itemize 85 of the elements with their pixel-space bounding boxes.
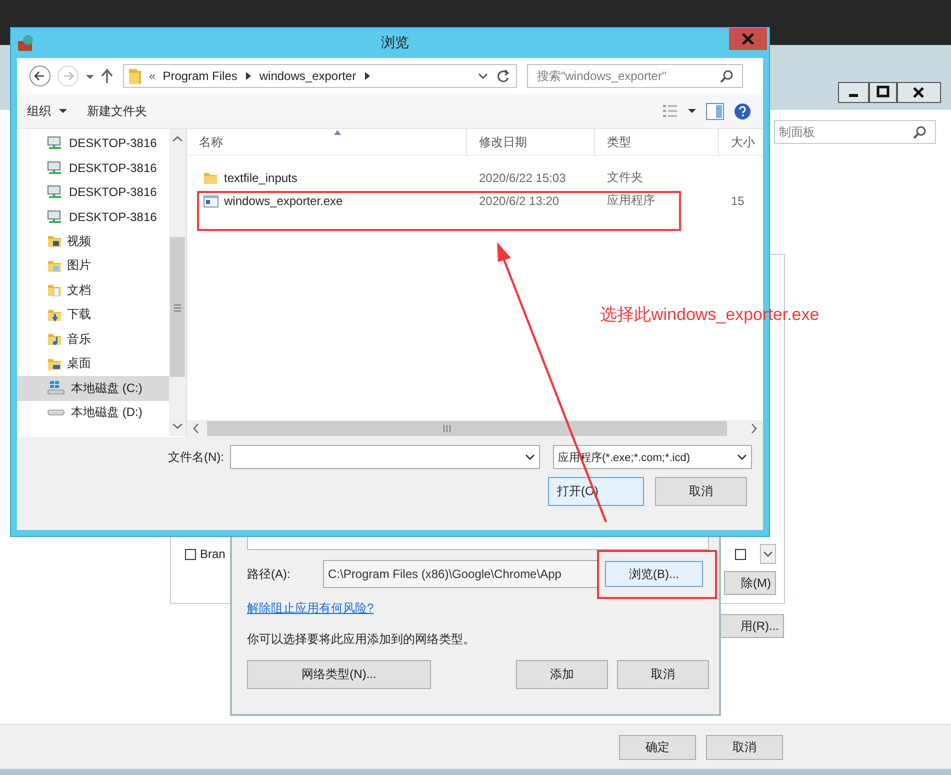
search-icon [913,125,927,139]
network-computer-icon [47,210,63,224]
file-size: 15 [730,194,746,208]
navigation-item[interactable]: 音乐 [17,327,169,352]
help-icon[interactable] [734,102,751,120]
breadcrumb-item[interactable]: windows_exporter [259,69,356,83]
file-type: 文件夹 [606,169,644,186]
file-type: 应用程序 [606,192,656,209]
up-arrow-icon[interactable] [101,68,113,84]
path-label: 路径(A): [247,566,292,582]
file-row[interactable]: textfile_inputs 2020/6/22 15:03 文件夹 [187,166,763,189]
new-folder-button[interactable]: 新建文件夹 [87,102,147,120]
close-button[interactable] [897,82,941,103]
dropdown-icon [525,453,535,461]
app-name: Bran [200,547,226,561]
search-field[interactable]: 搜索"windows_exporter" [527,64,743,88]
modified-date: 2020/6/22 15:03 [478,170,567,184]
modified-date: 2020/6/2 13:20 [478,194,560,208]
checkbox[interactable] [735,548,746,560]
remove-button[interactable]: 除(M) [724,571,776,595]
network-computer-icon [47,185,63,200]
network-computer-icon [47,160,63,175]
horizontal-scrollbar[interactable] [187,420,763,437]
sort-arrow-icon [334,130,341,135]
caret-icon [59,108,67,114]
maximize-button[interactable] [869,82,897,103]
music-folder-icon [47,331,61,348]
breadcrumb-item[interactable]: Program Files [162,69,238,83]
navigation-item[interactable]: 视频 [17,229,169,254]
dropdown-icon [737,453,747,461]
view-list-icon[interactable] [662,104,678,118]
file-name-label: 文件名(N): [167,448,224,466]
window-title: 浏览 [380,34,410,52]
navigation-item[interactable]: 下载 [17,302,169,327]
application-icon [203,194,219,208]
column-header[interactable]: 大小 [719,129,759,155]
checkbox[interactable] [185,548,196,560]
column-header[interactable]: 修改日期 [467,129,595,155]
browse-button[interactable]: 浏览(B)... [605,561,703,587]
navigation-item[interactable]: 文档 [17,278,169,302]
drive-icon [47,381,65,396]
navigation-item[interactable]: 图片 [17,254,169,278]
help-link[interactable]: 解除阻止应用有何风险? [247,600,374,617]
back-button[interactable] [29,65,51,87]
documents-folder-icon [47,282,61,298]
navigation-item[interactable]: DESKTOP-3816 [17,131,169,156]
preview-pane-icon[interactable] [706,102,724,120]
column-header[interactable]: 类型 [595,129,719,155]
video-folder-icon [47,233,61,250]
app-icon [17,34,35,52]
navigation-item[interactable]: 本地磁盘 (D:) [17,400,169,425]
add-button[interactable]: 添加 [516,660,608,689]
navigation-item[interactable]: DESKTOP-3816 [17,156,169,180]
organize-menu[interactable]: 组织 [27,102,67,120]
cancel-button[interactable]: 取消 [617,660,709,689]
scroll-down-button[interactable] [760,544,776,564]
drive-icon [47,409,65,416]
file-name: windows_exporter.exe [224,194,343,208]
caret-icon[interactable] [688,108,696,114]
address-bar[interactable]: « Program Files windows_exporter [123,64,517,88]
path-field[interactable]: C:\Program Files (x86)\Google\Chrome\App [323,560,599,588]
folder-icon [128,67,142,85]
minimize-button[interactable] [838,82,869,103]
navigation-item[interactable]: 本地磁盘 (C:) [17,376,169,400]
file-name-field[interactable] [230,445,540,469]
search-field[interactable]: 制面板 [774,120,936,144]
overflow-chevron[interactable]: « [149,69,156,83]
dropdown-icon[interactable] [477,71,489,81]
cancel-button[interactable]: 取消 [655,477,747,506]
vertical-scrollbar[interactable] [169,129,186,436]
allow-app-button[interactable]: 用(R)... [720,614,784,638]
cancel-button[interactable]: 取消 [706,734,783,760]
ok-button[interactable]: 确定 [619,734,696,760]
hint-text: 你可以选择要将此应用添加到的网络类型。 [247,631,476,648]
network-computer-icon [47,136,63,150]
file-name: textfile_inputs [224,170,298,184]
search-icon [720,69,734,83]
chevron-icon[interactable] [244,71,252,81]
network-types-button[interactable]: 网络类型(N)... [247,660,431,689]
navigation-item[interactable]: DESKTOP-3816 [17,180,169,204]
navigation-item[interactable]: 桌面 [17,352,169,376]
chevron-icon[interactable] [363,71,372,81]
navigation-item[interactable]: DESKTOP-3816 [17,204,169,229]
refresh-icon[interactable] [496,69,510,83]
file-row[interactable]: windows_exporter.exe 2020/6/2 13:20 应用程序 15 [187,189,763,212]
